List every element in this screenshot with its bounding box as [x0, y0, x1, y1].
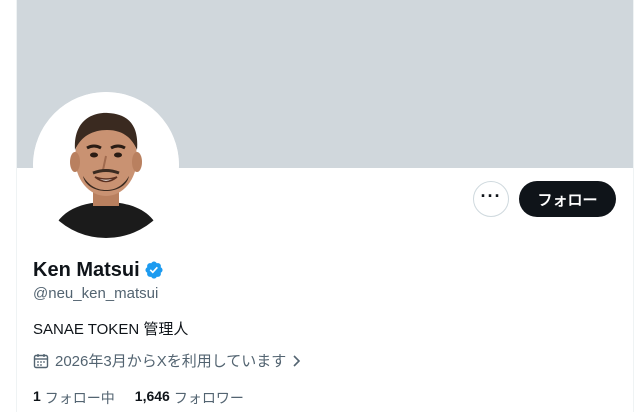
follow-button[interactable]: フォロー — [519, 181, 616, 217]
name-row: Ken Matsui — [33, 258, 164, 282]
joined-date-text: 2026年3月からXを利用しています — [55, 353, 287, 370]
joined-date[interactable]: 2026年3月からXを利用しています — [33, 350, 302, 371]
followers-count: 1,646 — [134, 388, 170, 404]
verified-badge-icon[interactable] — [144, 260, 164, 280]
profile-card: ··· フォロー Ken Matsui @neu_ken_matsui SANA… — [16, 0, 634, 412]
avatar[interactable] — [33, 92, 179, 238]
more-options-button[interactable]: ··· — [473, 181, 509, 217]
calendar-icon — [33, 353, 49, 368]
profile-handle: @neu_ken_matsui — [33, 285, 159, 302]
chevron-right-icon — [293, 354, 301, 367]
followers-label: フォロワー — [173, 390, 244, 406]
followers-stat[interactable]: 1,646 フォロワー — [135, 388, 244, 408]
following-stat[interactable]: 1 フォロー中 — [33, 388, 115, 408]
profile-stats: 1 フォロー中 1,646 フォロワー — [33, 388, 244, 408]
display-name: Ken Matsui — [33, 259, 140, 281]
following-label: フォロー中 — [44, 390, 115, 406]
profile-bio: SANAE TOKEN 管理人 — [33, 321, 189, 338]
following-count: 1 — [33, 388, 41, 404]
more-icon: ··· — [480, 186, 502, 206]
